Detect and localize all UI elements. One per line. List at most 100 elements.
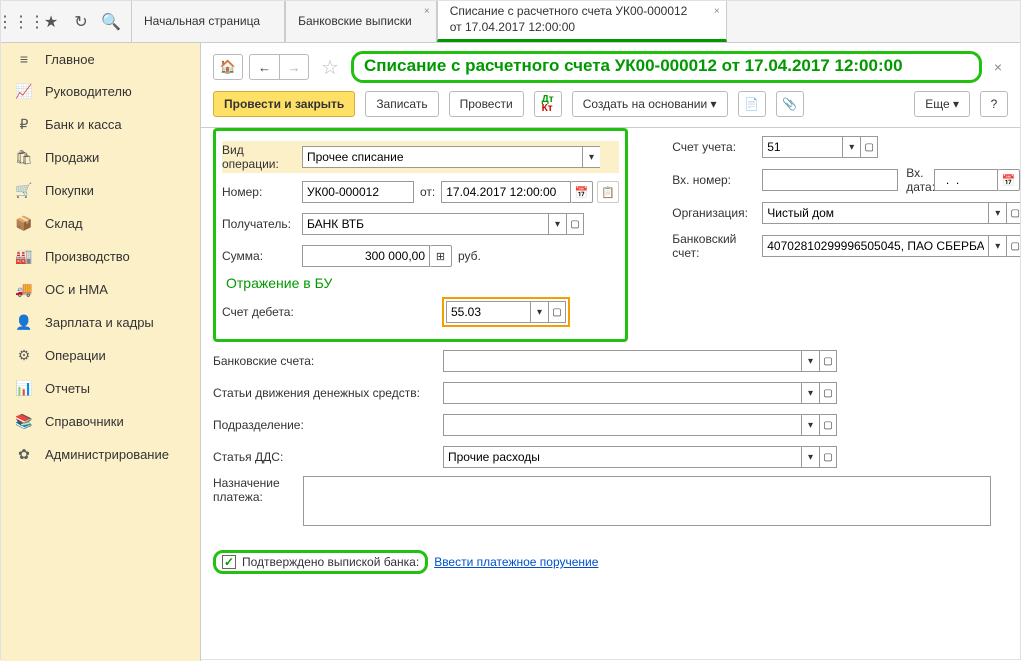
post-and-close-button[interactable]: Провести и закрыть	[213, 91, 355, 117]
cashflow-field[interactable]: ▾ ▢	[443, 382, 837, 404]
debit-label: Счет дебета:	[222, 305, 442, 319]
tab-bank[interactable]: Банковские выписки×	[285, 1, 437, 42]
open-icon[interactable]: ▢	[548, 301, 566, 323]
sidebar-item-purchases[interactable]: 🛒Покупки	[1, 174, 200, 207]
star-icon[interactable]: ★	[37, 8, 65, 36]
account-label: Счет учета:	[672, 140, 762, 154]
in-date-label: Вх. дата:	[898, 166, 934, 194]
bank-accounts-label: Банковские счета:	[213, 354, 443, 368]
org-field[interactable]: ▾ ▢	[762, 202, 1020, 224]
open-icon[interactable]: ▢	[819, 382, 837, 404]
in-date-input[interactable]	[934, 169, 998, 191]
content: 🏠 ← → ☆ Списание с расчетного счета УК00…	[201, 43, 1020, 661]
payee-label: Получатель:	[222, 217, 302, 231]
cashflow-label: Статьи движения денежных средств:	[213, 386, 443, 400]
dropdown-icon[interactable]: ▾	[582, 146, 600, 168]
bank-acct-field[interactable]: ▾ ▢	[762, 235, 1020, 257]
payee-field[interactable]: ▾ ▢	[302, 213, 584, 235]
ruble-icon: ₽	[15, 116, 33, 133]
close-icon[interactable]: ×	[424, 5, 430, 18]
tab-home[interactable]: Начальная страница	[131, 1, 285, 42]
content-header: 🏠 ← → ☆ Списание с расчетного счета УК00…	[201, 43, 1020, 89]
open-icon[interactable]: ▢	[1006, 235, 1020, 257]
factory-icon: 🏭	[15, 248, 33, 265]
history-icon[interactable]: ↻	[67, 8, 95, 36]
open-icon[interactable]: ▢	[566, 213, 584, 235]
sidebar-item-hr[interactable]: 👤Зарплата и кадры	[1, 306, 200, 339]
attach-button[interactable]: 📎	[776, 91, 804, 117]
open-icon[interactable]: ▢	[819, 446, 837, 468]
dropdown-icon[interactable]: ▾	[801, 414, 819, 436]
enter-payment-order-link[interactable]: Ввести платежное поручение	[434, 555, 598, 569]
forward-button[interactable]: →	[279, 54, 309, 80]
debit-input[interactable]	[446, 301, 530, 323]
print-button[interactable]: 📄	[738, 91, 766, 117]
open-icon[interactable]: ▢	[819, 414, 837, 436]
cashflow-input[interactable]	[443, 382, 801, 404]
number-input[interactable]	[302, 181, 414, 203]
sidebar-item-operations[interactable]: ⚙Операции	[1, 339, 200, 372]
more-button[interactable]: Еще ▾	[914, 91, 970, 117]
dept-input[interactable]	[443, 414, 801, 436]
open-icon[interactable]: ▢	[819, 350, 837, 372]
bank-accounts-field[interactable]: ▾ ▢	[443, 350, 837, 372]
open-icon[interactable]: ▢	[860, 136, 878, 158]
calendar-icon[interactable]: 📅	[571, 181, 593, 203]
account-field[interactable]: ▾ ▢	[762, 136, 878, 158]
org-input[interactable]	[762, 202, 988, 224]
tab-doc[interactable]: Списание с расчетного счета УК00-000012 …	[437, 1, 727, 42]
org-label: Организация:	[672, 206, 762, 220]
dept-field[interactable]: ▾ ▢	[443, 414, 837, 436]
dropdown-icon[interactable]: ▾	[801, 382, 819, 404]
account-input[interactable]	[762, 136, 842, 158]
help-button[interactable]: ?	[980, 91, 1008, 117]
sidebar-item-bank[interactable]: ₽Банк и касса	[1, 108, 200, 141]
sidebar-item-manager[interactable]: 📈Руководителю	[1, 75, 200, 108]
payee-input[interactable]	[302, 213, 548, 235]
favorite-star-icon[interactable]: ☆	[315, 54, 345, 80]
purpose-input[interactable]	[303, 476, 991, 526]
op-type-input[interactable]	[302, 146, 582, 168]
calendar-icon[interactable]: 📅	[998, 169, 1020, 191]
section-bu-title: Отражение в БУ	[226, 275, 619, 291]
dropdown-icon[interactable]: ▾	[801, 350, 819, 372]
open-icon[interactable]: ▢	[1006, 202, 1020, 224]
bank-acct-input[interactable]	[762, 235, 988, 257]
sidebar-item-admin[interactable]: ✿Администрирование	[1, 438, 200, 471]
dds-field[interactable]: ▾ ▢	[443, 446, 837, 468]
close-icon[interactable]: ×	[714, 5, 720, 18]
in-num-input[interactable]	[762, 169, 898, 191]
sidebar-item-reports[interactable]: 📊Отчеты	[1, 372, 200, 405]
save-button[interactable]: Записать	[365, 91, 438, 117]
debit-field[interactable]: ▾ ▢	[446, 301, 566, 323]
dropdown-icon[interactable]: ▾	[988, 202, 1006, 224]
dropdown-icon[interactable]: ▾	[988, 235, 1006, 257]
sidebar-item-main[interactable]: ≡Главное	[1, 43, 200, 75]
search-icon[interactable]: 🔍	[97, 8, 125, 36]
dropdown-icon[interactable]: ▾	[801, 446, 819, 468]
op-type-field[interactable]: ▾	[302, 146, 600, 168]
confirmed-checkbox[interactable]: ✓	[222, 555, 236, 569]
apps-icon[interactable]: ⋮⋮⋮	[7, 8, 35, 36]
dropdown-icon[interactable]: ▾	[548, 213, 566, 235]
dds-input[interactable]	[443, 446, 801, 468]
dropdown-icon[interactable]: ▾	[530, 301, 548, 323]
sidebar-item-sales[interactable]: 🛍Продажи	[1, 141, 200, 174]
close-icon[interactable]: ×	[988, 59, 1008, 75]
confirmed-label: Подтверждено выпиской банка:	[242, 555, 419, 569]
dropdown-icon[interactable]: ▾	[842, 136, 860, 158]
movements-button[interactable]: ДтКт	[534, 91, 562, 117]
sidebar-item-assets[interactable]: 🚚ОС и НМА	[1, 273, 200, 306]
check-icon[interactable]: 📋	[597, 181, 619, 203]
post-button[interactable]: Провести	[449, 91, 524, 117]
bank-accounts-input[interactable]	[443, 350, 801, 372]
home-button[interactable]: 🏠	[213, 54, 243, 80]
sidebar-item-warehouse[interactable]: 📦Склад	[1, 207, 200, 240]
date-input[interactable]	[441, 181, 571, 203]
sidebar-item-catalogs[interactable]: 📚Справочники	[1, 405, 200, 438]
create-based-button[interactable]: Создать на основании ▾	[572, 91, 728, 117]
back-button[interactable]: ←	[249, 54, 279, 80]
calculator-icon[interactable]: ⊞	[430, 245, 452, 267]
sum-input[interactable]	[302, 245, 430, 267]
sidebar-item-production[interactable]: 🏭Производство	[1, 240, 200, 273]
